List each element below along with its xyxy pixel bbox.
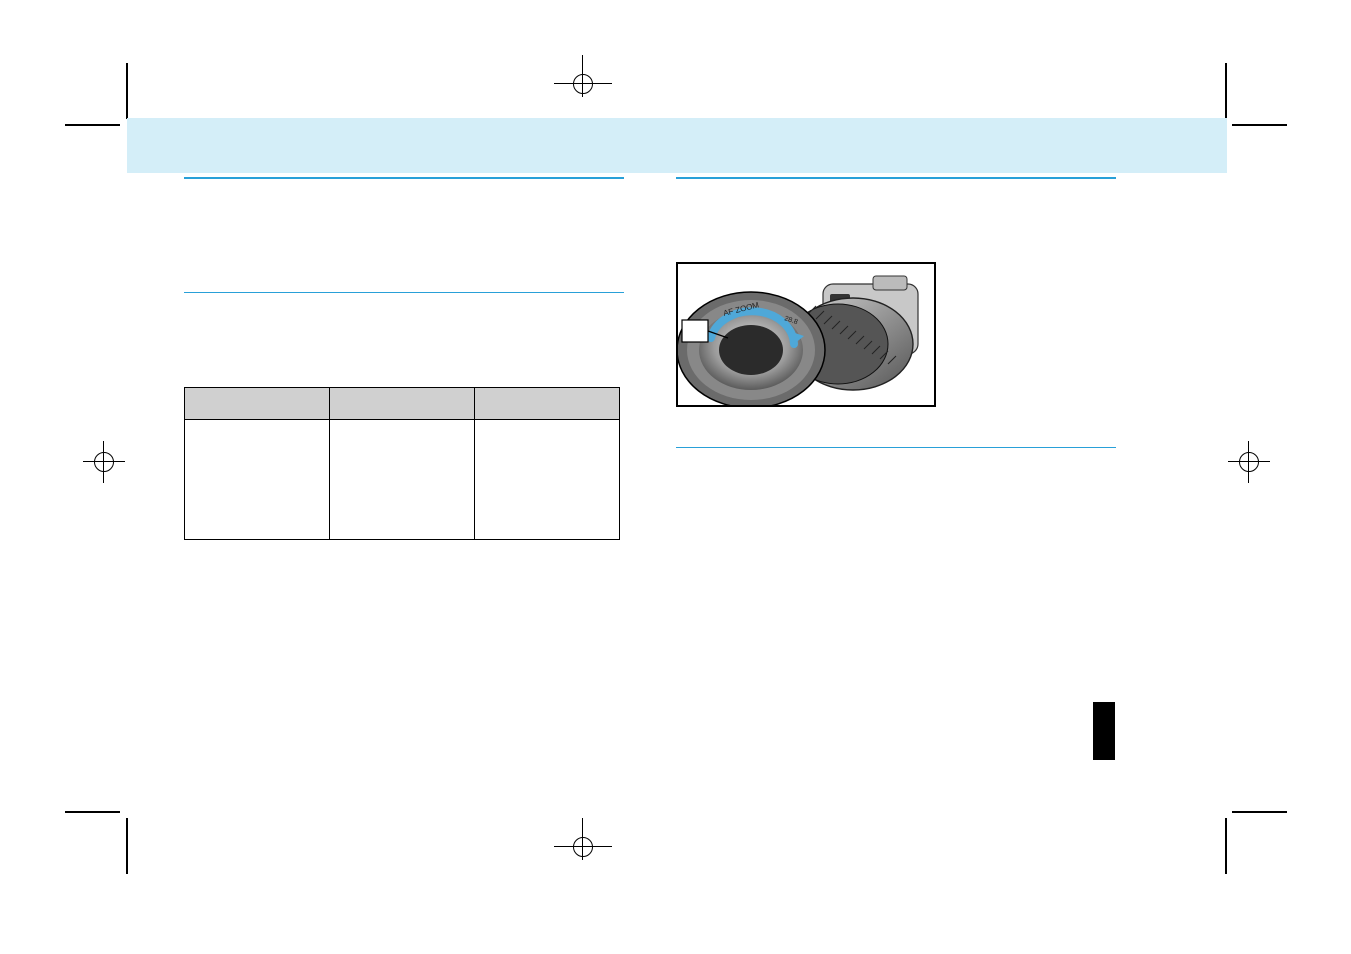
page-spread: AF ZOOM 28.8: [0, 0, 1351, 954]
crop-mark: [1225, 818, 1227, 874]
registration-mark-top: [554, 55, 612, 97]
registration-mark-left: [83, 441, 125, 483]
left-paragraph-2: [184, 329, 624, 379]
table-cell: [185, 420, 330, 540]
table-header: [475, 388, 620, 420]
right-heading-1: [676, 159, 1116, 175]
registration-mark-right: [1228, 441, 1270, 483]
table-cell: [475, 420, 620, 540]
crop-mark: [126, 818, 128, 874]
right-heading-2: [676, 437, 1116, 453]
camera-lens-illustration: AF ZOOM 28.8: [678, 264, 936, 407]
table-header: [185, 388, 330, 420]
table-header-row: [185, 388, 620, 420]
left-heading-2: [184, 291, 624, 307]
table-row: [185, 420, 620, 540]
crop-mark: [1232, 811, 1287, 813]
crop-mark: [126, 63, 128, 119]
left-heading-1: [184, 159, 624, 175]
right-paragraph-1: [676, 199, 1116, 249]
registration-mark-bottom: [554, 818, 612, 860]
left-paragraph-1: [184, 199, 624, 279]
left-column: [184, 159, 624, 554]
spec-table: [184, 387, 620, 540]
table-cell: [330, 420, 475, 540]
crop-mark: [65, 811, 120, 813]
section-tab: [1093, 702, 1115, 760]
crop-mark: [65, 124, 120, 126]
crop-mark: [1225, 63, 1227, 119]
crop-mark: [1232, 124, 1287, 126]
camera-figure: AF ZOOM 28.8: [676, 262, 936, 407]
table-header: [330, 388, 475, 420]
